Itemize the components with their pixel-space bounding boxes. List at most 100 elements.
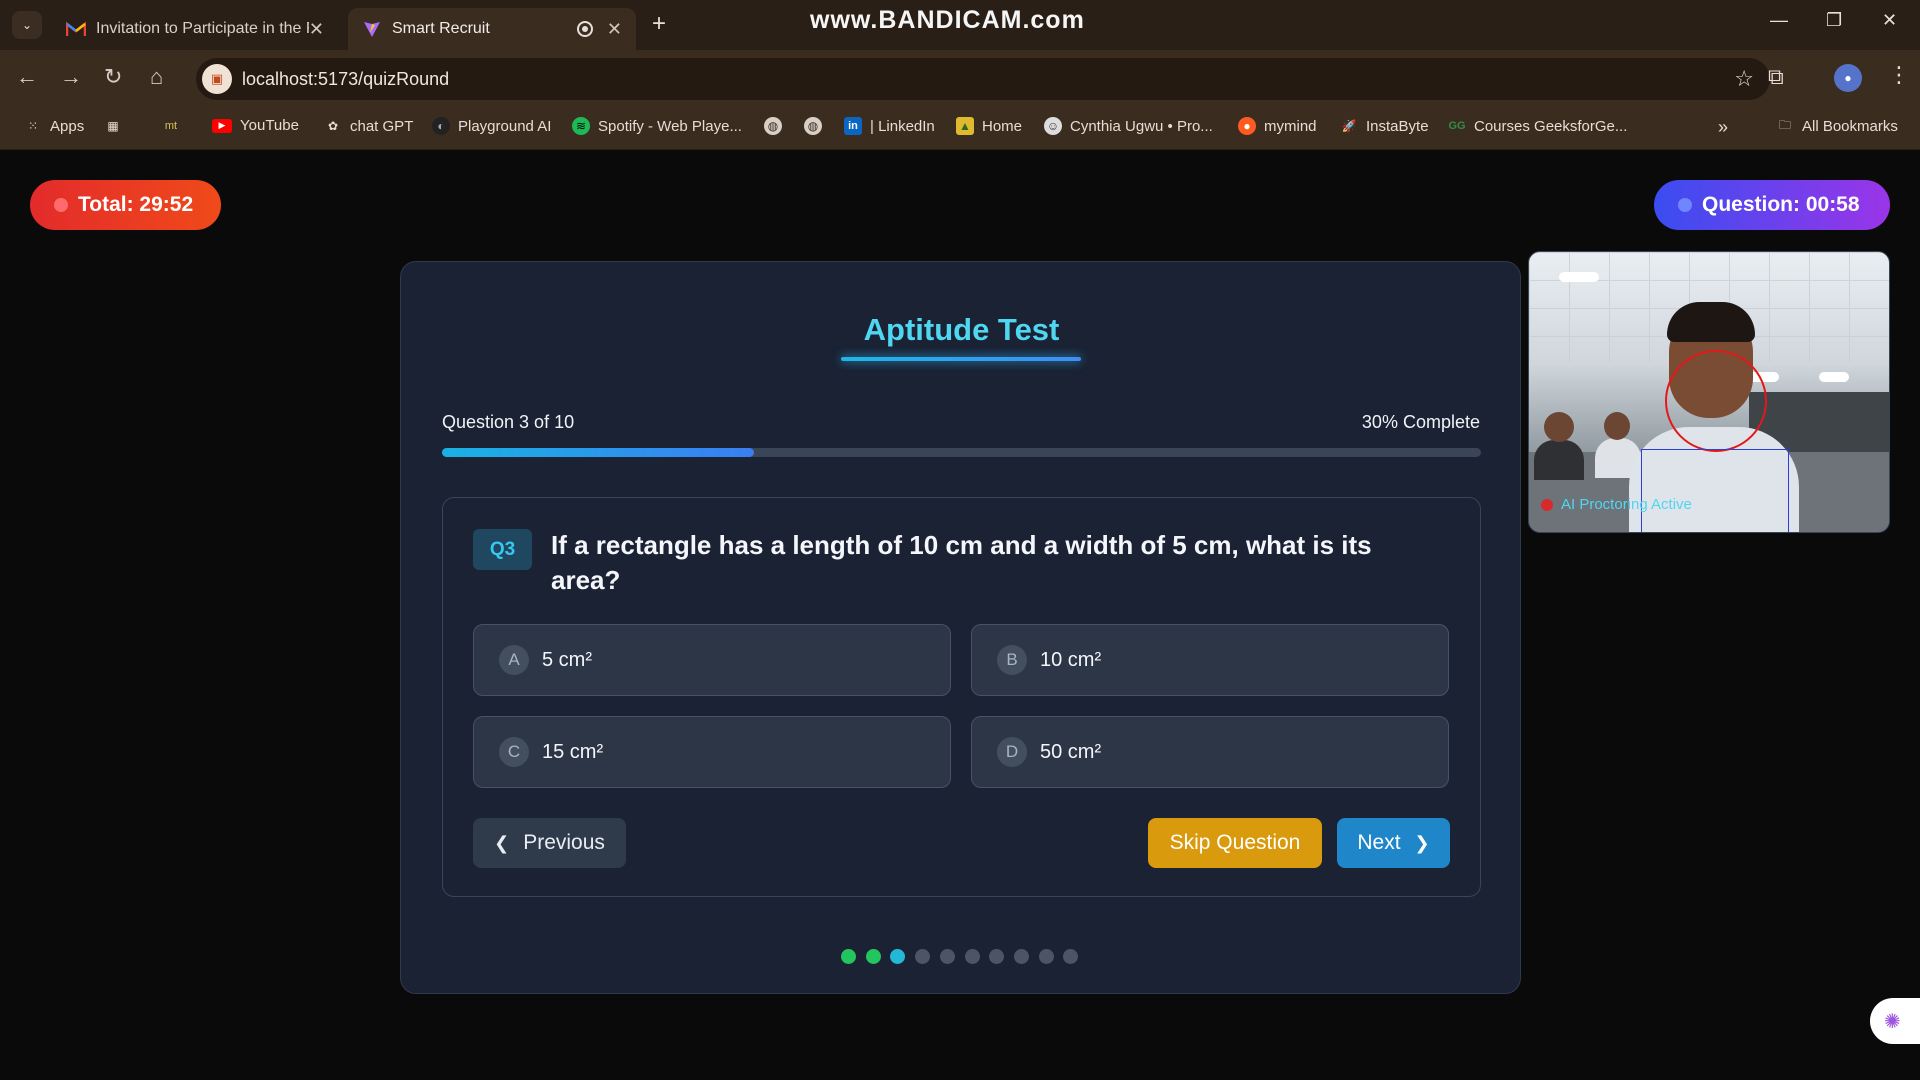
profile-avatar[interactable]: ● (1834, 64, 1862, 92)
question-dot[interactable] (1063, 949, 1079, 964)
bookmark-home[interactable]: ▲ Home (956, 117, 1022, 135)
close-tab-icon[interactable]: ✕ (309, 19, 324, 40)
body-detection-box (1641, 449, 1789, 532)
youtube-icon: ▶ (212, 118, 232, 133)
gmail-icon (66, 20, 86, 38)
bookmark-globe-1[interactable]: ◍ (764, 117, 790, 135)
option-text: 5 cm² (542, 648, 592, 671)
question-dot[interactable] (1038, 949, 1054, 964)
bookmark-label: Apps (50, 117, 85, 135)
bookmark-mymind[interactable]: ● mymind (1238, 117, 1317, 135)
bookmark-label: Home (982, 117, 1023, 135)
question-dot[interactable] (841, 949, 856, 964)
question-dot[interactable] (964, 949, 980, 964)
bookmark-label: YouTube (240, 117, 299, 134)
question-dot[interactable] (865, 949, 881, 964)
bookmark-apps[interactable]: ⁙ Apps (24, 117, 84, 135)
minimize-icon[interactable]: — (1770, 10, 1788, 31)
question-dot[interactable] (989, 949, 1005, 964)
menu-kebab-icon[interactable]: ⋮ (1888, 62, 1910, 88)
reload-icon[interactable]: ↻ (104, 64, 122, 90)
bookmark-spotify[interactable]: ≋ Spotify - Web Playe... (572, 117, 742, 135)
question-badge: Q3 (473, 529, 532, 570)
home-image-icon: ▲ (956, 117, 974, 135)
assistant-brain-icon[interactable]: ✺ (1870, 998, 1920, 1044)
question-dot[interactable] (890, 949, 906, 964)
openai-icon: ✿ (327, 119, 339, 133)
tab-title: Invitation to Participate in the R (96, 20, 309, 37)
close-window-icon[interactable]: ✕ (1882, 10, 1897, 31)
question-dot[interactable] (939, 949, 955, 964)
option-a[interactable]: A 5 cm² (473, 624, 951, 696)
option-c[interactable]: C 15 cm² (473, 716, 951, 788)
option-text: 15 cm² (542, 740, 604, 763)
tab-smart-recruit[interactable]: Smart Recruit ✕ (348, 8, 636, 50)
extensions-puzzle-icon[interactable]: ⧉ (1768, 64, 1784, 90)
chevron-right-icon: ❯ (1414, 832, 1430, 853)
background-person (1534, 440, 1584, 480)
face-detection-ring (1665, 350, 1767, 452)
more-bookmarks-chevron-icon[interactable]: » (1718, 117, 1728, 138)
next-button[interactable]: Next ❯ (1337, 818, 1450, 868)
restore-icon[interactable]: ❐ (1826, 10, 1842, 31)
bookmark-grid[interactable]: ▦ (104, 117, 130, 135)
tab-title: Smart Recruit (392, 20, 490, 37)
background-person-head (1544, 412, 1574, 442)
profile-icon: ☺ (1044, 117, 1062, 135)
total-timer-text: Total: 29:52 (78, 193, 194, 216)
question-box: Q3 If a rectangle has a length of 10 cm … (442, 497, 1481, 897)
url-text[interactable]: localhost:5173/quizRound (242, 69, 449, 90)
bookmark-playground[interactable]: ◐ Playground AI (432, 117, 551, 135)
bookmarks-bar: ⁙ Apps ▦ mt ▶ YouTube ✿ chat GPT ◐ Playg… (0, 108, 1920, 150)
bookmark-chatgpt[interactable]: ✿ chat GPT (324, 117, 413, 135)
option-letter: C (499, 737, 529, 767)
browser-tab-bar: ⌄ Invitation to Participate in the R ✕ S… (0, 0, 1920, 50)
bookmark-linkedin[interactable]: in | LinkedIn (844, 117, 935, 135)
close-tab-icon[interactable]: ✕ (607, 19, 622, 40)
forward-arrow-icon[interactable]: → (60, 64, 82, 90)
apps-grid-icon: ⁙ (27, 119, 39, 133)
chevron-left-icon: ❮ (494, 832, 510, 853)
proctoring-status-text: AI Proctoring Active (1561, 496, 1692, 513)
recording-dot-icon (1541, 498, 1553, 511)
option-d[interactable]: D 50 cm² (971, 716, 1449, 788)
bookmark-globe-2[interactable]: ◍ (804, 117, 830, 135)
spotify-icon: ≋ (572, 117, 590, 135)
previous-button[interactable]: ❮ Previous (473, 818, 626, 868)
playground-icon: ◐ (432, 117, 450, 135)
total-timer: Total: 29:52 (30, 180, 221, 230)
back-arrow-icon[interactable]: ← (16, 64, 38, 90)
option-letter: A (499, 645, 529, 675)
background-person-head (1604, 412, 1630, 440)
option-b[interactable]: B 10 cm² (971, 624, 1449, 696)
bookmark-label: Playground AI (458, 117, 552, 135)
bookmark-youtube[interactable]: ▶ YouTube (212, 117, 299, 134)
bookmark-cynthia[interactable]: ☺ Cynthia Ugwu • Pro... (1044, 117, 1213, 135)
option-text: 50 cm² (1040, 740, 1102, 763)
quiz-page: Total: 29:52 Question: 00:58 Aptitude Te… (0, 150, 1920, 1080)
webcam-preview: AI Proctoring Active (1528, 251, 1890, 533)
folder-icon: 🗀 (1778, 117, 1791, 132)
timer-dot-icon (54, 198, 68, 212)
question-dot[interactable] (915, 949, 931, 964)
home-icon[interactable]: ⌂ (150, 64, 163, 90)
all-bookmarks[interactable]: 🗀 All Bookmarks (1776, 117, 1898, 135)
bookmark-geeksforgeeks[interactable]: GG Courses GeeksforGe... (1448, 117, 1627, 135)
proctoring-status: AI Proctoring Active (1541, 496, 1692, 513)
skip-question-button[interactable]: Skip Question (1148, 818, 1322, 868)
tab-search-chevron-icon[interactable]: ⌄ (12, 11, 42, 39)
bookmark-instabyte[interactable]: 🚀 InstaByte (1340, 117, 1429, 135)
question-dot[interactable] (1013, 949, 1029, 964)
bandicam-watermark: www.BANDICAM.com (810, 6, 1085, 34)
bookmark-star-icon[interactable]: ☆ (1734, 66, 1754, 92)
screen-record-icon[interactable]: ▣ (202, 64, 232, 94)
ceiling-light (1819, 372, 1849, 382)
vite-icon (362, 20, 382, 38)
tab-gmail[interactable]: Invitation to Participate in the R ✕ (52, 8, 338, 50)
bookmark-label: Courses GeeksforGe... (1474, 117, 1628, 135)
timer-dot-icon (1678, 198, 1692, 212)
new-tab-plus-icon[interactable]: + (652, 10, 666, 38)
bookmark-mt[interactable]: mt (160, 117, 190, 135)
quiz-card: Aptitude Test Question 3 of 10 30% Compl… (400, 261, 1521, 994)
address-bar[interactable]: ▣ localhost:5173/quizRound ☆ (196, 58, 1770, 100)
